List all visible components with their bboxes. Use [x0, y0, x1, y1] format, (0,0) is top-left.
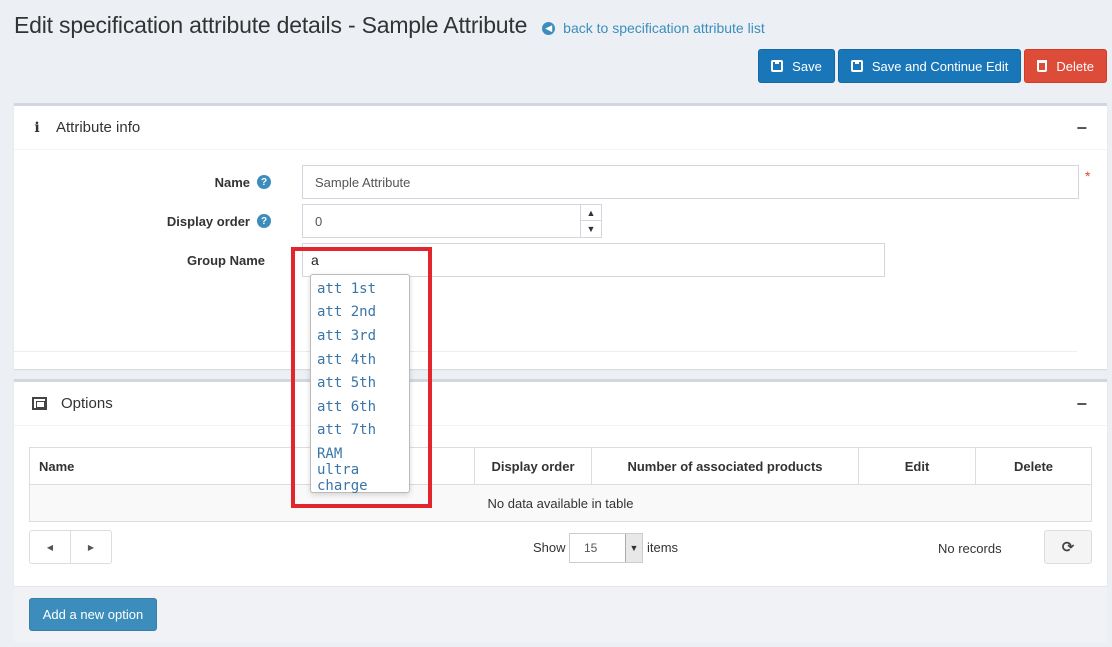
help-icon[interactable]: ? — [257, 175, 271, 189]
options-table: Name Display order Number of associated … — [29, 447, 1092, 522]
display-order-input[interactable]: 0 — [302, 204, 581, 238]
required-star: * — [1085, 168, 1091, 184]
options-collapse-button[interactable]: − — [1076, 394, 1087, 415]
back-to-list-link[interactable]: ◀ back to specification attribute list — [542, 20, 765, 36]
autocomplete-suggestion[interactable]: att 2nd — [311, 301, 409, 325]
group-name-label-text: Group Name — [186, 252, 265, 268]
refresh-button[interactable]: ⟳ — [1044, 530, 1092, 564]
name-input[interactable]: Sample Attribute — [302, 165, 1079, 199]
previous-page-icon[interactable]: ◀ — [30, 531, 71, 563]
page-size-value: 15 — [584, 541, 598, 555]
next-page-icon[interactable]: ▶ — [71, 531, 111, 563]
back-link-label: back to specification attribute list — [563, 20, 765, 36]
page-header: Edit specification attribute details - S… — [14, 12, 765, 39]
save-continue-button-label: Save and Continue Edit — [871, 58, 1009, 74]
save-icon — [771, 60, 784, 72]
display-order-label-text: Display order — [166, 213, 250, 229]
attribute-info-title: Attribute info — [56, 119, 141, 136]
column-header-associated-products[interactable]: Number of associated products — [592, 448, 859, 485]
group-name-label: Group Name — [60, 250, 265, 270]
name-label-text: Name — [214, 174, 250, 190]
toolbar: Save Save and Continue Edit Delete — [758, 49, 1107, 83]
display-order-label: Display order ? — [60, 211, 271, 231]
delete-button-label: Delete — [1056, 58, 1094, 74]
autocomplete-suggestion[interactable]: att 5th — [311, 371, 409, 395]
autocomplete-suggestion[interactable]: att 6th — [311, 395, 409, 419]
page-title: Edit specification attribute details - S… — [14, 12, 528, 38]
column-header-edit: Edit — [859, 448, 976, 485]
chevron-down-icon[interactable]: ▼ — [581, 221, 601, 237]
chevron-up-icon[interactable]: ▲ — [581, 205, 601, 221]
attribute-info-header[interactable]: i Attribute info − — [14, 106, 1107, 150]
add-new-option-label: Add a new option — [42, 607, 144, 622]
options-image-icon — [32, 397, 47, 410]
autocomplete-suggestion[interactable]: ultra charge — [311, 462, 409, 494]
attribute-info-collapse-button[interactable]: − — [1076, 118, 1087, 139]
column-header-delete: Delete — [1013, 459, 1054, 474]
empty-table-message: No data available in table — [487, 495, 634, 511]
autocomplete-suggestion[interactable]: att 1st — [311, 277, 409, 301]
autocomplete-suggestion[interactable]: att 4th — [311, 348, 409, 372]
options-header[interactable]: Options − — [14, 382, 1107, 426]
page-size-select[interactable]: 15 ▼ — [569, 533, 643, 563]
save-button-label: Save — [792, 58, 822, 74]
autocomplete-suggestion[interactable]: att 7th — [311, 419, 409, 443]
info-icon: i — [34, 119, 40, 136]
arrow-left-circle-icon: ◀ — [542, 21, 556, 35]
add-new-option-button[interactable]: Add a new option — [29, 598, 157, 631]
name-label: Name ? — [60, 172, 271, 192]
group-name-input[interactable]: a — [302, 243, 885, 277]
save-icon — [850, 60, 863, 72]
show-label: Show — [533, 540, 566, 555]
trash-icon — [1037, 60, 1048, 72]
empty-table-row: No data available in table — [30, 485, 1091, 521]
table-header-row: Name Display order Number of associated … — [30, 448, 1091, 485]
save-button[interactable]: Save — [758, 49, 835, 83]
group-name-autocomplete-list: att 1st att 2nd att 3rd att 4th att 5th att 6… — [310, 274, 410, 494]
options-title: Options — [61, 395, 113, 412]
refresh-icon: ⟳ — [1061, 539, 1075, 556]
panel-divider — [14, 351, 1077, 352]
items-label: items — [647, 540, 679, 555]
records-label: No records — [938, 541, 1002, 556]
pager: ◀ ▶ — [29, 530, 112, 564]
autocomplete-suggestion[interactable]: att 3rd — [311, 324, 409, 348]
help-icon[interactable]: ? — [257, 214, 271, 228]
chevron-down-icon[interactable]: ▼ — [625, 534, 642, 562]
save-continue-button[interactable]: Save and Continue Edit — [837, 49, 1022, 83]
options-footer — [14, 586, 1107, 642]
delete-button[interactable]: Delete — [1024, 49, 1107, 83]
column-header-display-order[interactable]: Display order — [475, 448, 592, 485]
display-order-stepper: ▲ ▼ — [580, 204, 602, 238]
